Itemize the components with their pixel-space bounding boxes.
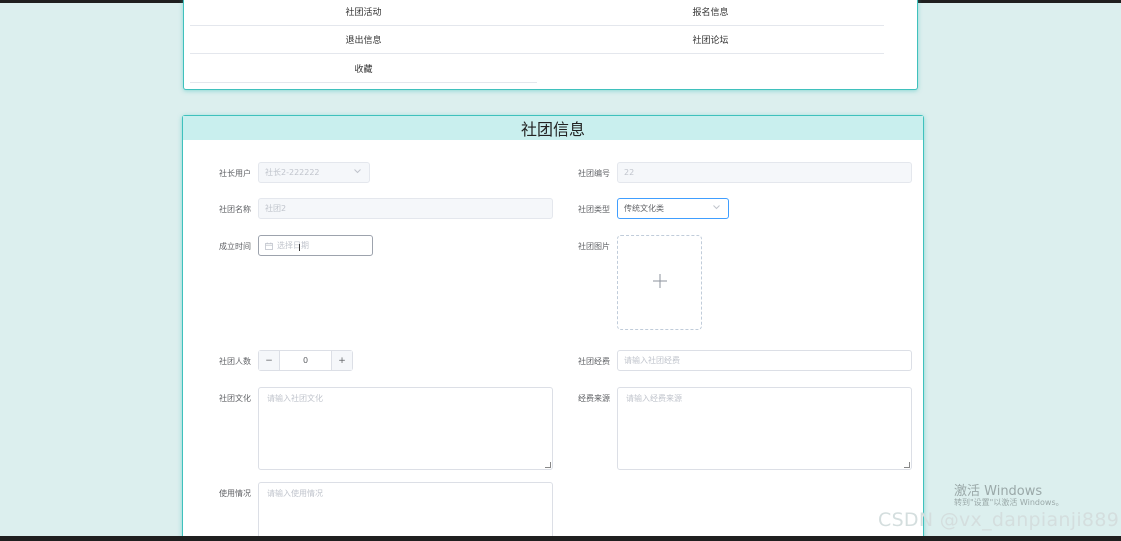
chevron-down-icon — [354, 168, 361, 176]
funds-label: 社团经费 — [578, 357, 610, 366]
club-type-label: 社团类型 — [578, 205, 610, 214]
club-info-form: 社团信息 社长用户 社长2-222222 社团编号 22 社团名称 社团2 社团… — [182, 115, 924, 541]
source-label: 经费来源 — [578, 394, 610, 403]
nav-item-favorites[interactable]: 收藏 — [190, 55, 537, 83]
club-name-label: 社团名称 — [219, 205, 251, 214]
nav-item-exit[interactable]: 退出信息 — [190, 26, 537, 54]
image-uploader[interactable] — [617, 235, 702, 330]
funds-input[interactable]: 请输入社团经费 — [617, 350, 912, 371]
resize-handle-icon[interactable] — [545, 462, 551, 468]
plus-icon — [652, 273, 667, 292]
nav-item-activities[interactable]: 社团活动 — [190, 0, 537, 26]
members-label: 社团人数 — [219, 357, 251, 366]
club-name-input[interactable]: 社团2 — [258, 198, 553, 219]
nav-item-forum[interactable]: 社团论坛 — [537, 26, 884, 54]
chevron-down-icon — [713, 204, 720, 212]
source-textarea[interactable]: 请输入经费来源 — [617, 387, 912, 470]
increment-button[interactable]: + — [331, 351, 352, 370]
decrement-button[interactable]: − — [259, 351, 280, 370]
club-no-label: 社团编号 — [578, 169, 610, 178]
text-cursor-icon: I — [298, 243, 301, 254]
windows-activation-subtitle: 转到"设置"以激活 Windows。 — [954, 498, 1064, 507]
usage-textarea[interactable]: 请输入使用情况 — [258, 482, 553, 541]
nav-item-signup[interactable]: 报名信息 — [537, 0, 884, 26]
usage-label: 使用情况 — [219, 489, 251, 498]
culture-label: 社团文化 — [219, 394, 251, 403]
club-type-select[interactable]: 传统文化类 — [617, 198, 729, 219]
image-label: 社团图片 — [578, 242, 610, 251]
csdn-watermark: CSDN @vx_danpianji889 — [878, 509, 1120, 531]
founded-label: 成立时间 — [219, 242, 251, 251]
members-stepper[interactable]: − 0 + — [258, 350, 353, 371]
window-bottom-edge — [0, 536, 1121, 541]
president-select[interactable]: 社长2-222222 — [258, 162, 370, 183]
culture-textarea[interactable]: 请输入社团文化 — [258, 387, 553, 470]
calendar-icon — [265, 242, 273, 250]
members-value[interactable]: 0 — [280, 351, 331, 370]
founded-date-picker[interactable]: 选择日期 — [258, 235, 373, 256]
club-no-input[interactable]: 22 — [617, 162, 912, 183]
president-label: 社长用户 — [219, 169, 251, 178]
form-title: 社团信息 — [183, 116, 923, 140]
resize-handle-icon[interactable] — [904, 462, 910, 468]
nav-menu-card: 社团活动 报名信息 退出信息 社团论坛 收藏 — [183, 0, 918, 90]
